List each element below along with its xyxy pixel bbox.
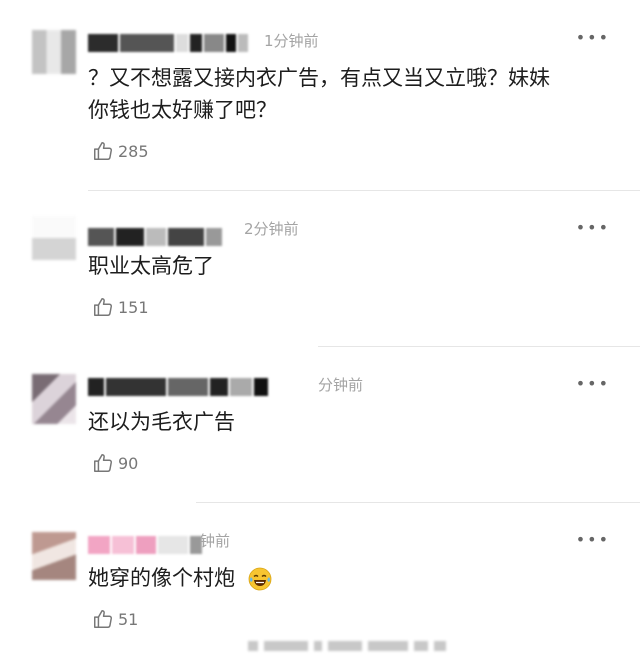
like-button[interactable]: 90 [92, 452, 138, 474]
comment-time: 2分钟前 [244, 220, 299, 238]
username[interactable] [88, 226, 224, 248]
divider [318, 346, 640, 347]
more-options-icon[interactable]: ••• [576, 530, 610, 549]
avatar[interactable] [32, 532, 76, 580]
comment-text-line: 你钱也太好赚了吧？ [88, 98, 277, 122]
avatar[interactable] [32, 216, 76, 260]
like-button[interactable]: 151 [92, 296, 149, 318]
comment-text-line: ？又不想露又接内衣广告，有点又当又立哦？妹妹 [88, 66, 550, 90]
comment-text: 她穿的像个村炮 [88, 562, 618, 594]
like-button[interactable]: 285 [92, 140, 149, 162]
more-options-icon[interactable]: ••• [576, 218, 610, 237]
username[interactable] [88, 534, 204, 556]
like-count: 151 [118, 297, 149, 317]
comment-text: ？又不想露又接内衣广告，有点又当又立哦？妹妹 你钱也太好赚了吧？ [88, 62, 618, 126]
comment-text-body: 她穿的像个村炮 [88, 566, 235, 590]
like-count: 51 [118, 609, 139, 629]
comment-time: 钟前 [200, 532, 231, 550]
username[interactable] [88, 376, 270, 398]
thumbs-up-icon [94, 610, 112, 628]
like-count: 90 [118, 453, 139, 473]
like-count: 285 [118, 141, 149, 161]
thumbs-up-icon [94, 454, 112, 472]
thumbs-up-icon [94, 142, 112, 160]
comment-time: 1分钟前 [264, 32, 319, 50]
divider [196, 502, 640, 503]
username[interactable] [88, 32, 250, 54]
like-button[interactable]: 51 [92, 608, 138, 630]
avatar[interactable] [32, 374, 76, 424]
comment-text: 还以为毛衣广告 [88, 410, 235, 434]
more-options-icon[interactable]: ••• [576, 374, 610, 393]
avatar[interactable] [32, 30, 76, 74]
more-options-icon[interactable]: ••• [576, 28, 610, 47]
divider [88, 190, 640, 191]
comment-time: 分钟前 [318, 376, 364, 394]
watermark [248, 636, 452, 651]
laughing-crying-emoji [248, 567, 272, 591]
comment-text: 职业太高危了 [88, 254, 214, 278]
thumbs-up-icon [94, 298, 112, 316]
